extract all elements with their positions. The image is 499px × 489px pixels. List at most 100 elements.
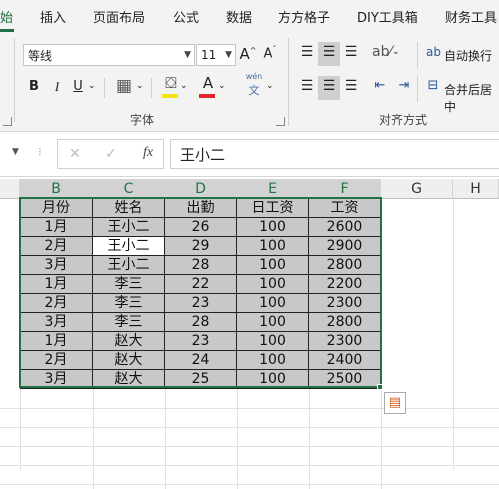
column-header-f[interactable]: F [309, 179, 381, 199]
align-right-icon[interactable]: ☰ [342, 78, 360, 94]
table-cell-daily-wage[interactable]: 100 [237, 313, 309, 332]
tab-formulas[interactable]: 公式 [173, 7, 199, 26]
table-cell-attendance[interactable]: 23 [165, 294, 237, 313]
tab-page-layout[interactable]: 页面布局 [93, 7, 145, 26]
header-cell-salary[interactable]: 工资 [309, 199, 381, 218]
table-cell-attendance[interactable]: 24 [165, 351, 237, 370]
name-box-dropdown-icon[interactable]: ▼ [12, 147, 19, 157]
table-cell-daily-wage[interactable]: 100 [237, 237, 309, 256]
underline-button[interactable]: U [71, 79, 85, 94]
font-dialog-launcher-icon[interactable] [276, 117, 285, 126]
wrap-text-button[interactable]: 自动换行 [444, 47, 492, 64]
column-header-c[interactable]: C [93, 179, 165, 199]
chevron-down-icon[interactable]: ⌄ [136, 81, 144, 91]
table-cell-month[interactable]: 2月 [20, 294, 93, 313]
column-header-g[interactable]: G [381, 179, 453, 199]
phonetic-guide-icon[interactable]: 文 [243, 82, 265, 98]
table-cell-daily-wage[interactable]: 100 [237, 294, 309, 313]
table-cell-salary[interactable]: 2200 [309, 275, 381, 294]
table-cell-month[interactable]: 1月 [20, 332, 93, 351]
table-cell-salary[interactable]: 2800 [309, 313, 381, 332]
fill-color-icon[interactable]: ⛋ [161, 74, 181, 92]
align-top-icon[interactable]: ☰ [298, 44, 316, 60]
table-cell-month[interactable]: 1月 [20, 218, 93, 237]
table-cell-salary[interactable]: 2800 [309, 256, 381, 275]
header-cell-month[interactable]: 月份 [20, 199, 93, 218]
decrease-indent-icon[interactable]: ⇤ [370, 78, 390, 93]
clipboard-dialog-launcher-icon[interactable] [3, 117, 12, 126]
orientation-icon[interactable]: ab⁄ [372, 44, 392, 60]
table-cell-month[interactable]: 1月 [20, 275, 93, 294]
table-cell-daily-wage[interactable]: 100 [237, 370, 309, 389]
table-cell-salary[interactable]: 2600 [309, 218, 381, 237]
table-cell-name[interactable]: 赵大 [93, 370, 165, 389]
cancel-icon[interactable]: ✕ [68, 146, 82, 162]
table-cell-salary[interactable]: 2400 [309, 351, 381, 370]
column-header-h[interactable]: H [453, 179, 499, 199]
align-center-icon[interactable]: ☰ [320, 78, 338, 94]
table-cell-salary[interactable]: 2300 [309, 332, 381, 351]
table-cell-name[interactable]: 赵大 [93, 351, 165, 370]
merge-center-button[interactable]: 合并后居中 [444, 81, 499, 115]
tab-diy-toolbox[interactable]: DIY工具箱 [357, 7, 418, 26]
table-cell-month[interactable]: 2月 [20, 237, 93, 256]
active-cell[interactable]: 王小二 [93, 237, 165, 256]
table-cell-salary[interactable]: 2300 [309, 294, 381, 313]
shrink-font-icon[interactable]: Aˇ [261, 45, 279, 61]
select-all-corner[interactable] [0, 179, 20, 199]
tab-insert[interactable]: 插入 [40, 7, 66, 26]
formula-input[interactable]: 王小二 [170, 139, 499, 169]
table-cell-daily-wage[interactable]: 100 [237, 275, 309, 294]
table-cell-salary[interactable]: 2500 [309, 370, 381, 389]
column-header-e[interactable]: E [237, 179, 309, 199]
table-cell-month[interactable]: 3月 [20, 256, 93, 275]
table-cell-month[interactable]: 3月 [20, 313, 93, 332]
table-cell-attendance[interactable]: 28 [165, 256, 237, 275]
fill-handle[interactable] [377, 384, 383, 390]
table-cell-attendance[interactable]: 23 [165, 332, 237, 351]
chevron-down-icon[interactable]: ⌄ [392, 47, 400, 57]
table-cell-name[interactable]: 李三 [93, 313, 165, 332]
align-middle-icon[interactable]: ☰ [320, 44, 338, 60]
confirm-icon[interactable]: ✓ [104, 146, 118, 162]
header-cell-attendance[interactable]: 出勤 [165, 199, 237, 218]
tab-fangfang[interactable]: 方方格子 [278, 7, 330, 26]
table-cell-attendance[interactable]: 29 [165, 237, 237, 256]
tab-finance-tools[interactable]: 财务工具 [445, 7, 497, 26]
table-cell-salary[interactable]: 2900 [309, 237, 381, 256]
chevron-down-icon[interactable]: ⌄ [88, 81, 96, 91]
table-cell-name[interactable]: 王小二 [93, 218, 165, 237]
font-name-select[interactable]: 等线 ▼ [23, 44, 195, 66]
table-cell-name[interactable]: 赵大 [93, 332, 165, 351]
table-cell-daily-wage[interactable]: 100 [237, 218, 309, 237]
bold-button[interactable]: B [27, 79, 41, 94]
table-cell-name[interactable]: 李三 [93, 294, 165, 313]
chevron-down-icon[interactable]: ⌄ [180, 81, 188, 91]
table-cell-month[interactable]: 2月 [20, 351, 93, 370]
increase-indent-icon[interactable]: ⇥ [394, 78, 414, 93]
table-cell-name[interactable]: 王小二 [93, 256, 165, 275]
header-cell-daily-wage[interactable]: 日工资 [237, 199, 309, 218]
align-bottom-icon[interactable]: ☰ [342, 44, 360, 60]
table-cell-attendance[interactable]: 28 [165, 313, 237, 332]
table-cell-month[interactable]: 3月 [20, 370, 93, 389]
italic-button[interactable]: I [50, 79, 64, 95]
align-left-icon[interactable]: ☰ [298, 78, 316, 94]
table-cell-daily-wage[interactable]: 100 [237, 332, 309, 351]
table-cell-attendance[interactable]: 26 [165, 218, 237, 237]
header-cell-name[interactable]: 姓名 [93, 199, 165, 218]
grow-font-icon[interactable]: A^ [239, 45, 257, 63]
border-icon[interactable]: ▦ [114, 76, 134, 96]
chevron-down-icon[interactable]: ⌄ [266, 81, 274, 91]
tab-home[interactable]: 始 [0, 7, 13, 26]
column-header-d[interactable]: D [165, 179, 237, 199]
font-color-icon[interactable]: A [199, 74, 217, 92]
chevron-down-icon[interactable]: ⌄ [218, 81, 226, 91]
insert-function-icon[interactable]: fx [140, 145, 156, 161]
table-cell-daily-wage[interactable]: 100 [237, 256, 309, 275]
worksheet-grid[interactable]: B C D E F G H 月份 姓名 出勤 日工资 工资 1月 王小二 26 100 2600 2… [0, 179, 499, 489]
column-header-b[interactable]: B [20, 179, 93, 199]
table-cell-attendance[interactable]: 25 [165, 370, 237, 389]
tab-data[interactable]: 数据 [226, 7, 252, 26]
font-size-select[interactable]: 11 ▼ [196, 44, 236, 66]
